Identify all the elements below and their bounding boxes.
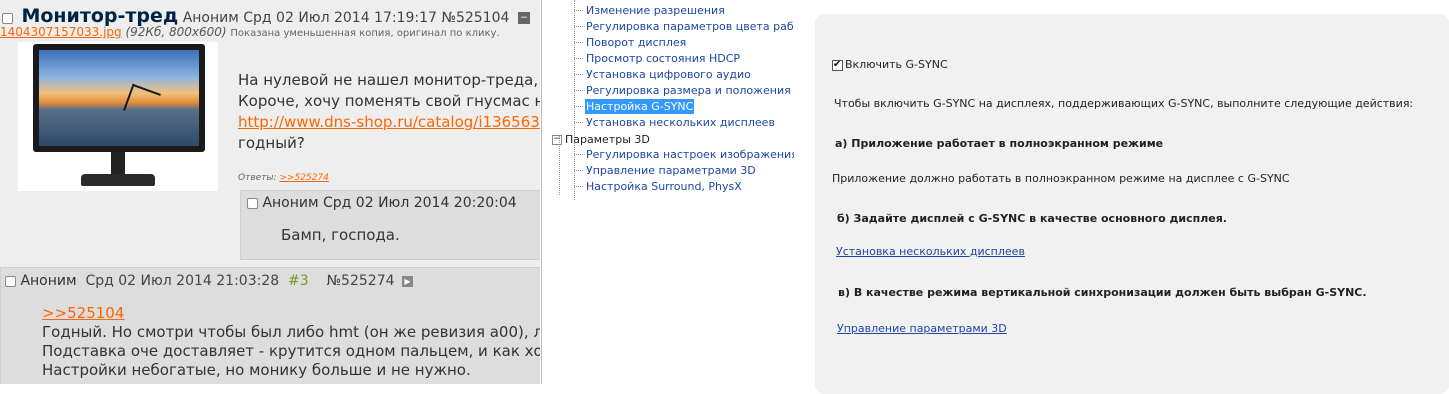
- tree-item-change-resolution[interactable]: Изменение разрешения: [574, 3, 726, 18]
- reply-post: Аноним Срд 02 Июл 2014 21:03:28 #3 №5252…: [0, 267, 540, 384]
- step-b-heading: б) Задайте дисплей с G-SYNC в качестве о…: [837, 212, 1227, 225]
- op-product-link[interactable]: http://www.dns-shop.ru/catalog/i136563: [238, 113, 540, 131]
- multi-display-link[interactable]: Установка нескольких дисплеев: [836, 245, 1025, 258]
- quote-link[interactable]: >>525104: [42, 304, 124, 322]
- reply-header: Аноним Срд 02 Июл 2014 21:03:28 #3 №5252…: [5, 273, 413, 289]
- tree-item-digital-audio[interactable]: Установка цифрового аудио: [574, 67, 752, 82]
- op-select-checkbox[interactable]: [2, 12, 13, 24]
- reply-body: >>525104 Годный. Но смотри чтобы был либ…: [42, 304, 540, 380]
- reply-line: Подставка оче доставляет - крутится одно…: [42, 342, 540, 360]
- reply-select-checkbox[interactable]: [247, 197, 258, 209]
- monitor-image: [33, 44, 205, 152]
- op-replies: Ответы: >>525274: [238, 173, 329, 183]
- 3d-settings-link[interactable]: Управление параметрами 3D: [837, 322, 1007, 335]
- enable-gsync-label: Включить G-SYNC: [845, 58, 948, 71]
- enable-gsync-checkbox[interactable]: [832, 59, 843, 71]
- op-file-link[interactable]: 1404307157033.jpg: [0, 25, 122, 39]
- op-line: Короче, хочу поменять свой гнусмас на: [238, 92, 540, 110]
- reply-select-checkbox[interactable]: [5, 275, 16, 287]
- step-a-heading: а) Приложение работает в полноэкранном р…: [835, 137, 1164, 150]
- reply-body: Бамп, господа.: [281, 226, 400, 244]
- reply-line: Годный. Но смотри чтобы был либо hmt (он…: [42, 323, 540, 341]
- tree-item-3d-settings[interactable]: Управление параметрами 3D: [574, 163, 757, 178]
- expand-icon[interactable]: ▶: [401, 275, 413, 287]
- op-post-header: Монитор-тред Аноним Срд 02 Июл 2014 17:1…: [2, 5, 530, 27]
- tree-item-hdcp[interactable]: Просмотр состояния HDCP: [573, 51, 741, 66]
- op-meta: Аноним Срд 02 Июл 2014 17:19:17 №525104: [182, 10, 510, 26]
- step-a-text: Приложение должно работать в полноэкранн…: [832, 172, 1290, 185]
- op-file-info: 1404307157033.jpg (92Кб, 800x600) Показа…: [0, 25, 500, 39]
- thread-title: Монитор-тред: [21, 5, 179, 27]
- op-file-size: (92Кб, 800x600): [125, 25, 227, 39]
- reply-number[interactable]: №525274: [327, 273, 395, 289]
- collapse-icon[interactable]: −: [552, 135, 562, 145]
- op-line: На нулевой не нашел монитор-треда, так: [238, 71, 540, 89]
- tree-item-image-settings[interactable]: Регулировка настроек изображения с пр: [573, 147, 794, 162]
- tree-item-desktop-size[interactable]: Регулировка размера и положения рабоч: [574, 83, 794, 98]
- imageboard-thread: Монитор-тред Аноним Срд 02 Июл 2014 17:1…: [0, 0, 540, 384]
- replies-label: Ответы:: [238, 173, 277, 183]
- reply-date: Срд 02 Июл 2014 21:03:28: [85, 273, 280, 289]
- gsync-intro: Чтобы включить G-SYNC на дисплеях, подде…: [834, 97, 1414, 110]
- op-file-note: Показана уменьшенная копия, оригинал по …: [230, 28, 500, 39]
- reply-line: Настройки небогатые, но монику больше и …: [42, 361, 471, 379]
- tree-item-color[interactable]: Регулировка параметров цвета рабочег: [573, 19, 794, 34]
- op-thumbnail[interactable]: [18, 42, 218, 191]
- op-post-body: На нулевой не нашел монитор-треда, так К…: [238, 70, 540, 154]
- reply-header: Аноним Срд 02 Июл 2014 20:20:04: [247, 195, 517, 211]
- tree-category-label: Параметры 3D: [565, 133, 650, 146]
- gsync-panel: Включить G-SYNC Чтобы включить G-SYNC на…: [815, 14, 1449, 394]
- settings-tree: Изменение разрешения Регулировка парамет…: [541, 0, 795, 384]
- hide-thread-icon[interactable]: −: [517, 12, 530, 24]
- tree-category-3d[interactable]: − Параметры 3D: [552, 132, 650, 147]
- enable-gsync-option[interactable]: Включить G-SYNC: [832, 58, 948, 71]
- op-line: годный?: [238, 134, 305, 152]
- reply-author: Аноним: [20, 273, 77, 289]
- tree-item-surround-physx[interactable]: Настройка Surround, PhysX: [574, 179, 743, 194]
- reply-post: Аноним Срд 02 Июл 2014 20:20:04 Бамп, го…: [240, 190, 540, 260]
- tree-item-rotate[interactable]: Поворот дисплея: [573, 35, 687, 50]
- step-c-heading: в) В качестве режима вертикальной синхро…: [838, 286, 1367, 299]
- reply-ref-link[interactable]: >>525274: [279, 173, 328, 183]
- tree-item-multi-display[interactable]: Установка нескольких дисплеев: [574, 115, 776, 130]
- reply-index: #3: [288, 273, 309, 289]
- tree-item-gsync[interactable]: Настройка G-SYNC: [573, 99, 695, 114]
